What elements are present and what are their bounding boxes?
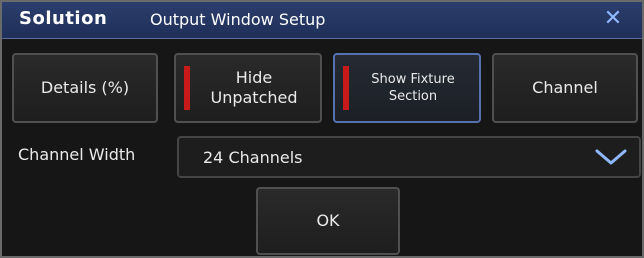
show-fixture-section-indicator xyxy=(343,66,349,110)
details-percent-label: Details (%) xyxy=(40,78,130,97)
ok-label: OK xyxy=(316,211,340,230)
solution-logo: Solution xyxy=(19,8,108,29)
show-fixture-section-button[interactable]: Show Fixture Section xyxy=(333,53,481,123)
hide-unpatched-label: Hide Unpatched xyxy=(210,68,298,107)
channel-label: Channel xyxy=(532,78,598,97)
hide-unpatched-indicator xyxy=(184,66,190,110)
close-icon[interactable]: ✕ xyxy=(600,6,626,32)
title-bar: Solution Output Window Setup ✕ xyxy=(2,2,642,39)
channel-width-value: 24 Channels xyxy=(203,148,303,167)
hide-unpatched-button[interactable]: Hide Unpatched xyxy=(174,53,322,123)
chevron-down-icon xyxy=(595,149,627,165)
dialog-title: Output Window Setup xyxy=(150,10,326,29)
show-fixture-section-label: Show Fixture Section xyxy=(371,72,455,104)
output-window-setup-dialog: Solution Output Window Setup ✕ Details (… xyxy=(0,0,644,258)
channel-width-label: Channel Width xyxy=(18,145,136,164)
channel-width-dropdown[interactable]: 24 Channels xyxy=(177,136,641,178)
details-percent-button[interactable]: Details (%) xyxy=(12,53,158,123)
channel-button[interactable]: Channel xyxy=(492,53,638,123)
ok-button[interactable]: OK xyxy=(256,187,400,255)
